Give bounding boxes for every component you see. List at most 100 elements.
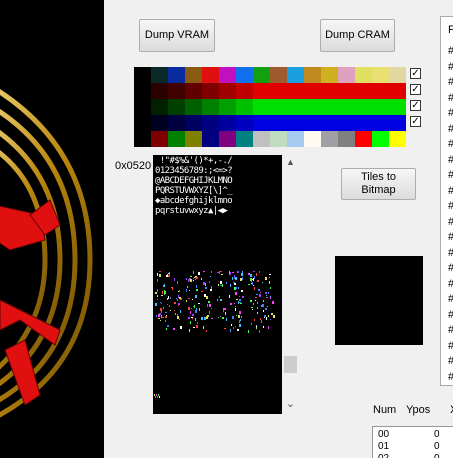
list-item[interactable]: # xyxy=(448,61,453,73)
palette-swatch[interactable] xyxy=(304,131,321,147)
palette-swatch[interactable] xyxy=(219,131,236,147)
palette-swatch[interactable] xyxy=(338,115,355,131)
list-item[interactable]: # xyxy=(448,185,453,197)
list-item[interactable]: # xyxy=(448,77,453,88)
palette-swatch[interactable] xyxy=(236,99,253,115)
palette-swatch[interactable] xyxy=(355,99,372,115)
scroll-down-icon[interactable]: ⌄ xyxy=(283,397,298,410)
palette-swatch[interactable] xyxy=(202,131,219,147)
vram-tile-viewer[interactable]: !"#$%&'()*+,-./ 0123456789:;<=>? @ABCDEF… xyxy=(153,155,282,414)
palette-swatch[interactable] xyxy=(304,99,321,115)
palette-swatch[interactable] xyxy=(253,115,270,131)
palette-swatch[interactable] xyxy=(253,99,270,115)
palette-swatch[interactable] xyxy=(168,99,185,115)
palette-swatch[interactable] xyxy=(270,99,287,115)
palette-swatch[interactable] xyxy=(270,115,287,131)
palette-swatch[interactable] xyxy=(168,67,185,83)
palette-swatch[interactable] xyxy=(202,115,219,131)
palette-row-4-checkbox[interactable]: ✓ xyxy=(410,116,421,127)
list-item[interactable]: # xyxy=(448,278,453,290)
palette-swatch[interactable] xyxy=(219,83,236,99)
palette-swatch[interactable] xyxy=(304,83,321,99)
palette-swatch[interactable] xyxy=(236,83,253,99)
palette-swatch[interactable] xyxy=(185,99,202,115)
palette-swatch[interactable] xyxy=(287,131,304,147)
palette-swatch[interactable] xyxy=(389,83,406,99)
list-item[interactable]: # xyxy=(448,356,453,367)
palette-swatch[interactable] xyxy=(202,67,219,83)
dump-cram-button[interactable]: Dump CRAM xyxy=(320,19,395,52)
palette-swatch[interactable] xyxy=(355,131,372,147)
list-item[interactable]: # xyxy=(448,154,453,166)
list-item[interactable]: # xyxy=(448,371,453,383)
list-item[interactable]: # xyxy=(448,263,453,274)
dump-vram-button[interactable]: Dump VRAM xyxy=(139,19,215,52)
palette-swatch[interactable] xyxy=(202,99,219,115)
palette-swatch[interactable] xyxy=(389,67,406,83)
palette-swatch[interactable] xyxy=(338,131,355,147)
palette-swatch[interactable] xyxy=(151,83,168,99)
palette-swatch[interactable] xyxy=(134,99,151,115)
palette-swatch[interactable] xyxy=(338,99,355,115)
palette-swatch[interactable] xyxy=(270,67,287,83)
palette-swatch[interactable] xyxy=(338,83,355,99)
palette-swatch[interactable] xyxy=(185,131,202,147)
list-item[interactable]: # xyxy=(448,139,453,150)
list-item[interactable]: # xyxy=(448,232,453,243)
palette-swatch[interactable] xyxy=(287,83,304,99)
list-item[interactable]: # xyxy=(448,340,453,352)
sprite-table[interactable]: 00 0 01 0 02 0 xyxy=(372,426,453,458)
palette-swatch[interactable] xyxy=(321,115,338,131)
palette-swatch[interactable] xyxy=(168,131,185,147)
palette-swatch[interactable] xyxy=(236,115,253,131)
palette-swatch[interactable] xyxy=(355,67,372,83)
palette-row-2-checkbox[interactable]: ✓ xyxy=(410,84,421,95)
right-list-panel[interactable]: F # # # # # # # # # # # # # # # # # # # # # # xyxy=(440,16,453,386)
palette-swatch[interactable] xyxy=(202,83,219,99)
tiles-to-bitmap-button[interactable]: Tiles to Bitmap xyxy=(341,168,416,200)
palette-swatch[interactable] xyxy=(321,83,338,99)
palette-swatch[interactable] xyxy=(287,115,304,131)
palette-swatch[interactable] xyxy=(321,67,338,83)
palette-swatch[interactable] xyxy=(321,99,338,115)
palette-swatch[interactable] xyxy=(287,99,304,115)
list-item[interactable]: # xyxy=(448,309,453,321)
palette-swatch[interactable] xyxy=(338,67,355,83)
palette-swatch[interactable] xyxy=(287,67,304,83)
palette-swatch[interactable] xyxy=(236,131,253,147)
palette-swatch[interactable] xyxy=(134,67,151,83)
palette-swatch[interactable] xyxy=(389,115,406,131)
palette-swatch[interactable] xyxy=(270,131,287,147)
palette-swatch[interactable] xyxy=(185,67,202,83)
scrollbar-thumb[interactable] xyxy=(284,356,297,373)
palette-swatch[interactable] xyxy=(389,99,406,115)
palette-swatch[interactable] xyxy=(253,83,270,99)
palette-row-3-checkbox[interactable]: ✓ xyxy=(410,100,421,111)
palette-row-1-checkbox[interactable]: ✓ xyxy=(410,68,421,79)
scroll-up-icon[interactable]: ▲ xyxy=(283,157,298,167)
palette-swatch[interactable] xyxy=(219,115,236,131)
palette-swatch[interactable] xyxy=(219,67,236,83)
list-item[interactable]: # xyxy=(448,325,453,336)
palette-swatch[interactable] xyxy=(134,131,151,147)
palette-swatch[interactable] xyxy=(355,83,372,99)
palette-swatch[interactable] xyxy=(372,115,389,131)
palette-swatch[interactable] xyxy=(168,115,185,131)
list-item[interactable]: # xyxy=(448,247,453,259)
palette-swatch[interactable] xyxy=(236,67,253,83)
list-item[interactable]: # xyxy=(448,108,453,119)
palette-swatch[interactable] xyxy=(151,99,168,115)
palette-swatch[interactable] xyxy=(253,67,270,83)
palette-swatch[interactable] xyxy=(134,115,151,131)
palette-swatch[interactable] xyxy=(134,83,151,99)
palette-swatch[interactable] xyxy=(185,115,202,131)
palette-swatch[interactable] xyxy=(304,67,321,83)
list-item[interactable]: # xyxy=(448,170,453,181)
palette-swatch[interactable] xyxy=(151,115,168,131)
palette-swatch[interactable] xyxy=(219,99,236,115)
palette-swatch[interactable] xyxy=(253,131,270,147)
palette-swatch[interactable] xyxy=(304,115,321,131)
vram-scrollbar[interactable]: ▲ ⌄ xyxy=(283,155,298,414)
palette-swatch[interactable] xyxy=(389,131,406,147)
palette-swatch[interactable] xyxy=(151,67,168,83)
